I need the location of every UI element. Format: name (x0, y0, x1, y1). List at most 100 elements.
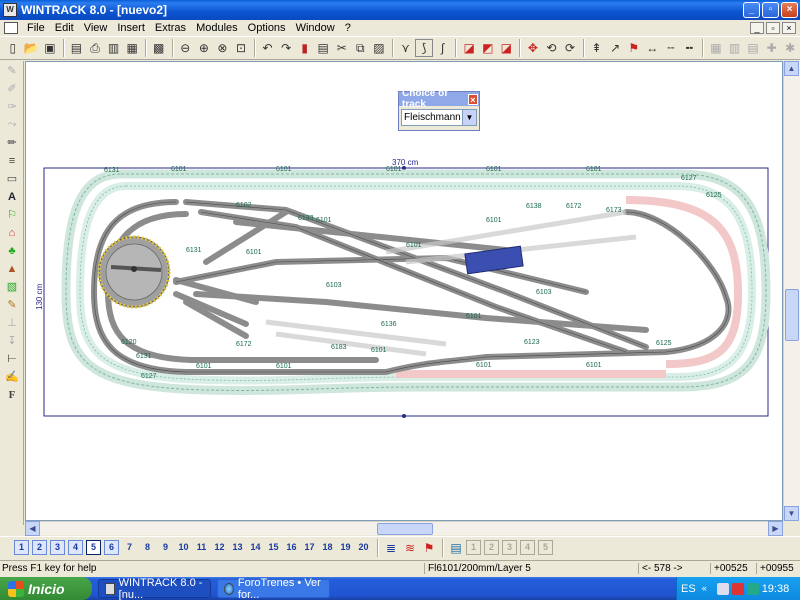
image-icon[interactable]: ▩ (150, 39, 168, 57)
extra-layer-2[interactable]: 2 (484, 540, 499, 555)
minimize-button[interactable]: _ (743, 2, 760, 18)
align-icon[interactable]: ▥ (726, 39, 744, 57)
doc-minimize-button[interactable]: _ (750, 22, 764, 34)
tool-curve-icon[interactable]: ✑ (2, 98, 22, 115)
star-icon[interactable]: ✱ (781, 39, 799, 57)
horizontal-scroll-thumb[interactable] (377, 523, 433, 535)
move-icon[interactable]: ✥ (524, 39, 542, 57)
layer-button-18[interactable]: 18 (320, 540, 335, 555)
layer-button-4[interactable]: 4 (68, 540, 83, 555)
layer-button-16[interactable]: 16 (284, 540, 299, 555)
layer-button-7[interactable]: 7 (122, 540, 137, 555)
layer-button-9[interactable]: 9 (158, 540, 173, 555)
document-icon[interactable] (4, 22, 18, 34)
redo-icon[interactable]: ↷ (277, 39, 295, 57)
tool-pencil-icon[interactable]: ✏ (2, 134, 22, 151)
undo-icon[interactable]: ↶ (259, 39, 277, 57)
grid-icon[interactable]: ▦ (707, 39, 725, 57)
layer-button-2[interactable]: 2 (32, 540, 47, 555)
line-icon[interactable]: ╌ (662, 39, 680, 57)
new-file-icon[interactable]: ▯ (4, 39, 22, 57)
vertical-scrollbar[interactable]: ▲ ▼ (783, 61, 800, 521)
extra-layer-5[interactable]: 5 (538, 540, 553, 555)
layer-button-11[interactable]: 11 (194, 540, 209, 555)
layer-button-3[interactable]: 3 (50, 540, 65, 555)
tool-track-icon[interactable]: ✐ (2, 80, 22, 97)
menu-help[interactable]: ? (340, 22, 356, 34)
calculator-icon[interactable]: ▦ (123, 39, 141, 57)
menu-file[interactable]: File (22, 22, 50, 34)
menu-modules[interactable]: Modules (191, 22, 243, 34)
tool-brush-icon[interactable]: ✍ (2, 368, 22, 385)
menu-options[interactable]: Options (243, 22, 291, 34)
zoom-fit-icon[interactable]: ⊡ (232, 39, 250, 57)
doc-restore-button[interactable]: ▫ (766, 22, 780, 34)
signal-icon[interactable]: ⚑ (625, 39, 643, 57)
save-icon[interactable]: ▣ (41, 39, 59, 57)
network-icon[interactable] (746, 582, 759, 595)
connect-red-3-icon[interactable]: ◪ (498, 39, 516, 57)
tool-dimension-icon[interactable]: ⊥ (2, 314, 22, 331)
tool-box-icon[interactable]: ▭ (2, 170, 22, 187)
layer-button-20[interactable]: 20 (356, 540, 371, 555)
extra-layer-3[interactable]: 3 (502, 540, 517, 555)
cross-icon[interactable]: ✚ (763, 39, 781, 57)
extra-layer-1[interactable]: 1 (466, 540, 481, 555)
layer-button-19[interactable]: 19 (338, 540, 353, 555)
doc-close-button[interactable]: × (782, 22, 796, 34)
open-folder-icon[interactable]: 📂 (23, 39, 41, 57)
menu-extras[interactable]: Extras (150, 22, 191, 34)
track-switch-icon[interactable]: ⋎ (397, 39, 415, 57)
layer-button-17[interactable]: 17 (302, 540, 317, 555)
layer-button-8[interactable]: 8 (140, 540, 155, 555)
zoom-in-icon[interactable]: ⊕ (195, 39, 213, 57)
wintrack-app-icon[interactable]: W (3, 3, 17, 17)
scroll-right-icon[interactable]: ▶ (768, 521, 783, 536)
track-system-select[interactable]: Fleischmann Pi ▼ (401, 109, 477, 126)
maximize-button[interactable]: ▫ (762, 2, 779, 18)
choice-dialog-titlebar[interactable]: Choice of track × (399, 88, 479, 110)
menu-edit[interactable]: Edit (50, 22, 79, 34)
layer-flag-icon[interactable]: ⚑ (420, 539, 438, 557)
print-icon[interactable]: ⎙ (86, 39, 104, 57)
tool-house-icon[interactable]: ⌂ (2, 224, 22, 241)
tool-tree-icon[interactable]: ♣ (2, 242, 22, 259)
clock[interactable]: 19:38 (762, 583, 790, 595)
connect-red-icon[interactable]: ◪ (460, 39, 478, 57)
tool-lines-icon[interactable]: ≡ (2, 152, 22, 169)
tool-font-icon[interactable]: F (2, 386, 22, 403)
tool-signal-icon[interactable]: ⚐ (2, 206, 22, 223)
track-flex-icon[interactable]: ∫ (434, 39, 452, 57)
horizontal-scrollbar[interactable]: ◀ ▶ (25, 521, 783, 536)
layer-button-12[interactable]: 12 (212, 540, 227, 555)
choice-of-track-dialog[interactable]: Choice of track × Fleischmann Pi ▼ (398, 88, 480, 131)
line-2-icon[interactable]: ╍ (681, 39, 699, 57)
tool-pencil-2-icon[interactable]: ✎ (2, 296, 22, 313)
paste-icon[interactable]: ▨ (370, 39, 388, 57)
layer-button-5[interactable]: 5 (86, 540, 101, 555)
menu-insert[interactable]: Insert (112, 22, 150, 34)
zoom-window-icon[interactable]: ⊗ (214, 39, 232, 57)
layer-button-13[interactable]: 13 (230, 540, 245, 555)
copy-icon[interactable]: ⧉ (352, 39, 370, 57)
rotate-180-icon[interactable]: ⟳ (561, 39, 579, 57)
layer-button-10[interactable]: 10 (176, 540, 191, 555)
title-bar[interactable]: W WINTRACK 8.0 - [nuevo2] _ ▫ × (0, 0, 800, 20)
tool-building-icon[interactable]: ▲ (2, 260, 22, 277)
layer-stack-icon[interactable]: ≣ (382, 539, 400, 557)
close-button[interactable]: × (781, 2, 798, 18)
tool-select-icon[interactable]: ✎ (2, 62, 22, 79)
tool-landscape-icon[interactable]: ▧ (2, 278, 22, 295)
layer-button-14[interactable]: 14 (248, 540, 263, 555)
layer-button-15[interactable]: 15 (266, 540, 281, 555)
extra-layer-4[interactable]: 4 (520, 540, 535, 555)
rotate-icon[interactable]: ⟲ (543, 39, 561, 57)
layer-button-1[interactable]: 1 (14, 540, 29, 555)
language-indicator[interactable]: ES (681, 583, 696, 595)
layer-red-icon[interactable]: ≋ (401, 539, 419, 557)
menu-view[interactable]: View (79, 22, 113, 34)
tray-arrow-icon[interactable]: « (702, 583, 714, 595)
tool-arrow-icon[interactable]: ↧ (2, 332, 22, 349)
scroll-down-icon[interactable]: ▼ (784, 506, 799, 521)
layer-button-6[interactable]: 6 (104, 540, 119, 555)
